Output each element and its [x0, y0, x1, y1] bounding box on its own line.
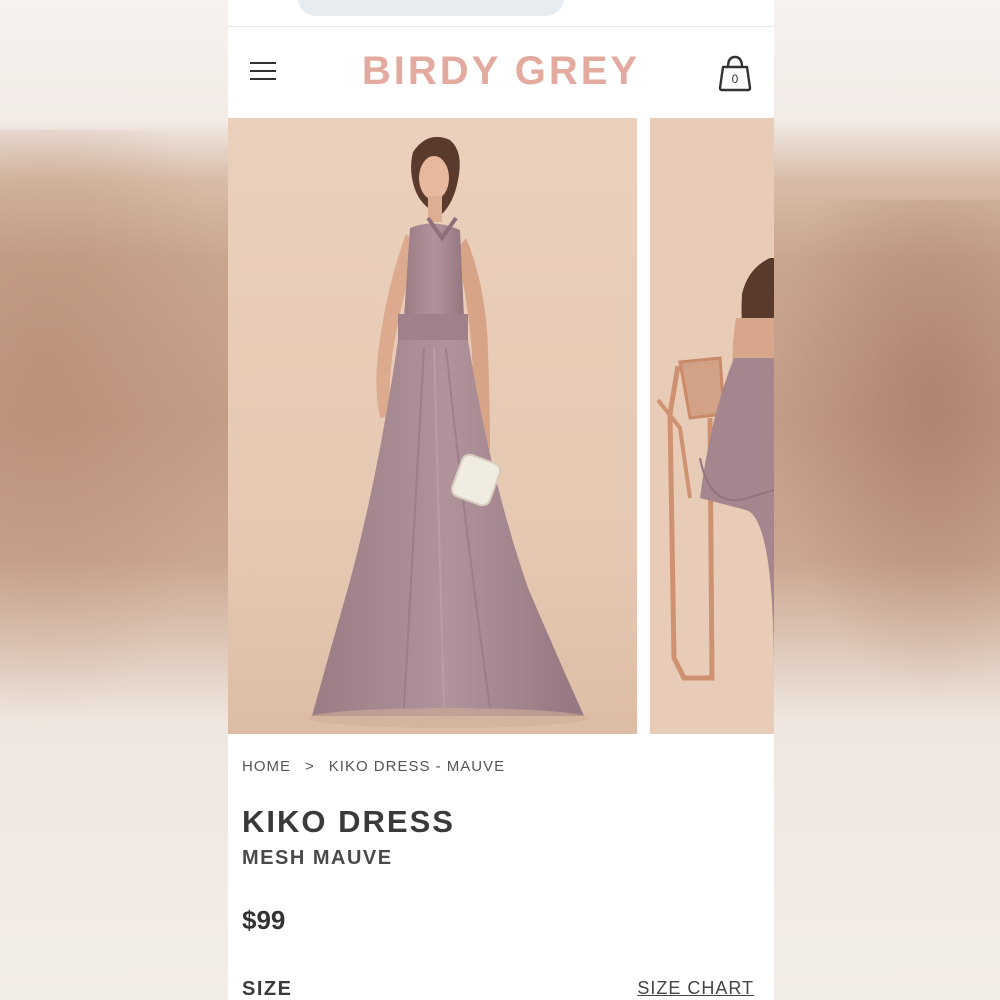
product-variant: MESH MAUVE [242, 847, 393, 869]
background-shade-right [774, 200, 1000, 700]
site-header: BIRDY GREY 0 [228, 27, 774, 118]
breadcrumb: HOME > KIKO DRESS - MAUVE [242, 758, 505, 775]
breadcrumb-current[interactable]: KIKO DRESS - MAUVE [329, 758, 505, 775]
product-title: KIKO DRESS [242, 804, 455, 839]
breadcrumb-home-link[interactable]: HOME [242, 758, 291, 775]
address-bar[interactable] [298, 0, 564, 16]
background-shade-left [0, 130, 228, 730]
next-product-photo[interactable] [650, 118, 774, 734]
product-price: $99 [242, 905, 286, 935]
brand-logo[interactable]: BIRDY GREY [228, 49, 774, 94]
size-chart-link[interactable]: SIZE CHART [637, 978, 754, 999]
breadcrumb-separator: > [305, 758, 315, 775]
shopping-bag-icon[interactable]: 0 [716, 53, 754, 93]
main-product-photo[interactable] [228, 118, 637, 734]
mobile-page: BIRDY GREY 0 HOME > KIKO DRESS - MAUVE K… [228, 0, 774, 1000]
cart-count: 0 [732, 72, 739, 86]
product-gallery[interactable] [228, 118, 774, 734]
size-label: SIZE [242, 978, 293, 1000]
